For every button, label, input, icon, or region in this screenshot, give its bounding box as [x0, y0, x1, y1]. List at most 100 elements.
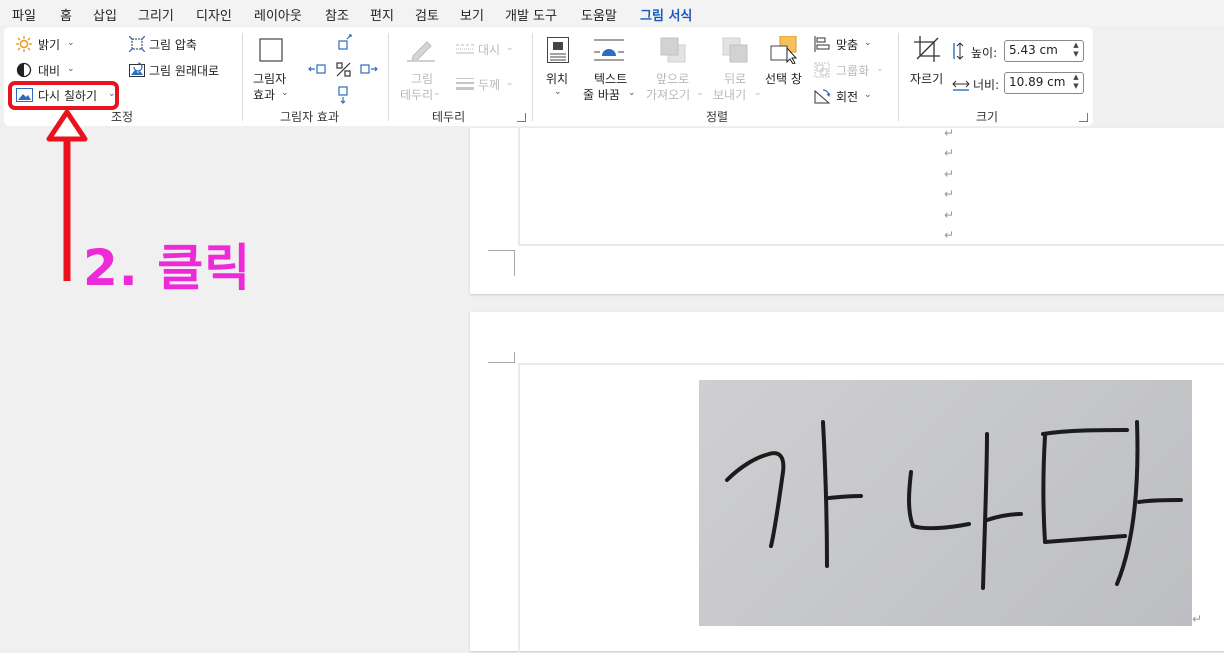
height-value: 5.43 cm — [1009, 43, 1058, 57]
width-label: 너비: — [973, 78, 1000, 92]
group-divider — [532, 33, 533, 121]
bring-forward-label-line1: 앞으로 — [656, 72, 690, 86]
selection-pane-icon — [770, 36, 798, 64]
tab-file[interactable]: 파일 — [12, 5, 36, 24]
chevron-down-icon: ⌄ — [506, 78, 514, 88]
rotate-icon — [814, 89, 830, 104]
paragraph-mark: ↵ — [944, 208, 955, 222]
reset-picture-icon — [129, 62, 145, 77]
paragraph-mark: ↵ — [944, 146, 955, 160]
width-value: 10.89 cm — [1009, 75, 1066, 89]
align-left-icon — [814, 36, 830, 52]
margin-corner-mark — [514, 352, 515, 363]
tab-references[interactable]: 참조 — [325, 5, 349, 24]
paragraph-mark: ↵ — [1192, 612, 1203, 626]
bring-forward-button[interactable]: 앞으로 가져오기 ⌄ — [646, 35, 704, 103]
tab-developer[interactable]: 개발 도구 — [505, 5, 557, 24]
group-objects-icon — [814, 62, 830, 78]
handwriting-picture[interactable] — [699, 380, 1192, 626]
width-icon — [952, 80, 970, 91]
position-button[interactable]: 위치 ⌄ — [541, 35, 575, 103]
chevron-down-icon: ⌄ — [281, 88, 289, 98]
menu-tab-bar: 파일 홈 삽입 그리기 디자인 레이아웃 참조 편지 검토 보기 개발 도구 도… — [0, 0, 1224, 29]
chevron-down-icon: ⌄ — [628, 88, 636, 98]
margin-corner-mark — [488, 250, 514, 251]
click-instruction-text: 2. 클릭 — [83, 239, 252, 297]
tab-home[interactable]: 홈 — [60, 5, 72, 24]
width-spinner[interactable]: ▲ ▼ — [1071, 73, 1081, 93]
tab-draw[interactable]: 그리기 — [138, 5, 174, 24]
chevron-down-icon: ⌄ — [876, 64, 884, 74]
document-page-2: ↵ — [470, 312, 1224, 653]
tab-insert[interactable]: 삽입 — [93, 5, 117, 24]
height-input[interactable]: 5.43 cm ▲ ▼ — [1004, 40, 1084, 62]
chevron-down-icon: ⌄ — [864, 90, 872, 100]
selection-pane-button[interactable]: 선택 창 — [762, 35, 808, 86]
tab-view[interactable]: 보기 — [460, 5, 484, 24]
shadow-nudge-arrows-icon[interactable] — [307, 33, 379, 107]
paragraph-mark: ↵ — [944, 126, 955, 140]
picture-effects-label-line2: 효과 — [253, 88, 276, 102]
crop-label: 자르기 — [910, 72, 944, 86]
highlight-box — [8, 81, 119, 110]
arrange-group-label: 정렬 — [706, 110, 729, 124]
chevron-down-icon: ⌄ — [554, 87, 562, 97]
chevron-down-icon: ⌄ — [67, 64, 75, 74]
height-spinner[interactable]: ▲ ▼ — [1071, 41, 1081, 61]
sun-icon — [16, 36, 32, 52]
chevron-down-icon: ⌄ — [696, 88, 704, 98]
send-backward-button[interactable]: 뒤로 보내기 ⌄ — [710, 35, 762, 103]
chevron-down-icon: ⌄ — [864, 38, 872, 48]
adjust-group-label: 조정 — [111, 110, 134, 124]
page-margin-area — [518, 128, 1224, 246]
chevron-down-icon: ⌄ — [433, 88, 441, 98]
tab-mailings[interactable]: 편지 — [370, 5, 394, 24]
dash-label: 대시 — [478, 43, 501, 57]
width-input[interactable]: 10.89 cm ▲ ▼ — [1004, 72, 1084, 94]
handwritten-ganada-image — [725, 420, 1183, 590]
wrap-text-button[interactable]: 텍스트 줄 바꿈 ⌄ — [582, 35, 636, 103]
chevron-down-icon: ⌄ — [754, 88, 762, 98]
weight-label: 두께 — [478, 78, 501, 92]
wrap-text-icon — [594, 39, 624, 61]
rotate-label: 회전 — [836, 90, 859, 104]
margin-corner-mark — [488, 362, 514, 363]
send-backward-icon — [722, 37, 748, 63]
compress-label: 그림 압축 — [149, 38, 197, 52]
pencil-border-icon — [407, 41, 435, 62]
group-divider — [242, 33, 243, 121]
tab-design[interactable]: 디자인 — [196, 5, 232, 24]
wrap-text-label-line2: 줄 바꿈 — [583, 88, 620, 102]
contrast-icon — [16, 62, 32, 78]
tab-picture-format[interactable]: 그림 서식 — [640, 5, 693, 29]
send-backward-label-line2: 보내기 — [713, 88, 747, 102]
paragraph-mark: ↵ — [944, 228, 955, 242]
wrap-text-label-line1: 텍스트 — [594, 72, 628, 86]
picture-effects-label-line1: 그림자 — [253, 72, 287, 86]
tab-layout[interactable]: 레이아웃 — [254, 5, 302, 24]
paragraph-mark: ↵ — [944, 187, 955, 201]
size-group-label: 크기 — [976, 110, 999, 124]
align-label: 맞춤 — [836, 38, 859, 52]
tab-help[interactable]: 도움말 — [581, 5, 617, 24]
compress-icon — [129, 36, 145, 52]
bring-forward-icon — [660, 37, 686, 63]
dialog-launcher-icon[interactable] — [1079, 113, 1088, 122]
paragraph-mark: ↵ — [944, 167, 955, 181]
group-divider — [388, 33, 389, 121]
reset-label: 그림 원래대로 — [149, 64, 220, 78]
bring-forward-label-line2: 가져오기 — [646, 88, 691, 102]
margin-corner-mark — [514, 250, 515, 276]
dialog-launcher-icon[interactable] — [517, 113, 526, 122]
selection-pane-label: 선택 창 — [765, 72, 802, 86]
send-backward-label-line1: 뒤로 — [724, 72, 747, 86]
crop-icon — [914, 36, 940, 62]
ribbon: 밝기 ⌄ 대비 ⌄ 다시 칠하기 ⌄ 그림 압축 그림 원래대로 조정 그림자 … — [4, 27, 1093, 126]
position-label: 위치 — [546, 72, 569, 86]
picture-effects-group-label: 그림자 효과 — [280, 110, 340, 124]
crop-button[interactable]: 자르기 — [906, 35, 946, 86]
tab-review[interactable]: 검토 — [415, 5, 439, 24]
picture-effects-button[interactable]: 그림자 효과 ⌄ — [250, 35, 294, 103]
dash-lines-icon — [456, 44, 474, 54]
picture-border-button[interactable]: 그림 테두리 ⌄ — [399, 35, 443, 103]
